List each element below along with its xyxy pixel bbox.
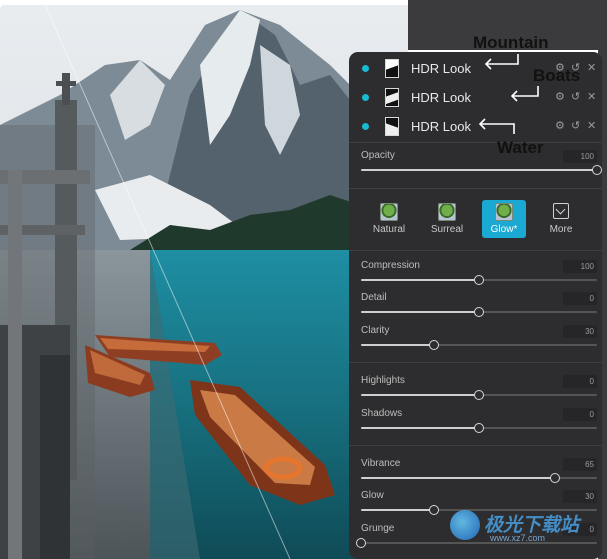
- slider-knob[interactable]: [474, 307, 484, 317]
- annotation-boats: Boats: [533, 66, 581, 85]
- slider-knob[interactable]: [474, 390, 484, 400]
- arrow-icon: [478, 118, 515, 134]
- slider-value[interactable]: 30: [563, 490, 597, 503]
- preset-label: Natural: [372, 224, 406, 235]
- highlights-slider[interactable]: Highlights 0: [361, 375, 597, 401]
- slider-knob[interactable]: [429, 505, 440, 515]
- close-icon[interactable]: ✕: [587, 90, 596, 104]
- gear-icon[interactable]: ⚙: [555, 90, 565, 104]
- slider-label: Glow: [361, 490, 384, 501]
- slider-track[interactable]: [361, 340, 597, 350]
- slider-track[interactable]: [361, 165, 602, 175]
- divider: [349, 142, 602, 143]
- slider-value[interactable]: 100: [563, 260, 597, 273]
- slider-label: Vibrance: [361, 458, 401, 469]
- layer-mask-thumbnail[interactable]: [385, 117, 399, 136]
- divider: [349, 188, 602, 189]
- layer-name: HDR Look: [411, 90, 471, 105]
- preset-label: Surreal: [430, 224, 464, 235]
- slider-label: Compression: [361, 260, 420, 271]
- slider-track[interactable]: [361, 473, 597, 483]
- layer-mask-thumbnail[interactable]: [385, 59, 399, 78]
- natural-preset-icon: [380, 203, 398, 221]
- more-presets-icon: [553, 203, 569, 219]
- close-icon[interactable]: ✕: [587, 61, 596, 75]
- clarity-slider[interactable]: Clarity 30: [361, 325, 597, 351]
- slider-knob[interactable]: [474, 275, 484, 285]
- preset-label: Glow*: [490, 224, 518, 235]
- slider-label: Clarity: [361, 325, 390, 336]
- annotation-mountain: Mountain: [473, 33, 549, 52]
- slider-value[interactable]: 100: [563, 150, 597, 163]
- undo-icon[interactable]: ↺: [571, 119, 580, 133]
- arrow-icon: [510, 86, 539, 102]
- divider: [349, 362, 602, 363]
- slider-value[interactable]: 0: [563, 292, 597, 305]
- slider-track[interactable]: [361, 423, 597, 433]
- slider-value[interactable]: 65: [563, 458, 597, 471]
- watermark-logo-icon: [450, 510, 480, 540]
- slider-label: Opacity: [361, 150, 395, 161]
- slider-value[interactable]: 0: [563, 375, 597, 388]
- slider-label: Detail: [361, 292, 387, 303]
- layer-row-2[interactable]: HDR Look ⚙ ↺ ✕: [349, 83, 602, 112]
- divider: [349, 445, 602, 446]
- slider-label: Highlights: [361, 375, 405, 386]
- slider-knob[interactable]: [429, 340, 440, 350]
- undo-icon[interactable]: ↺: [571, 90, 580, 104]
- photo-canvas: [0, 5, 408, 559]
- vibrance-slider[interactable]: Vibrance 65: [361, 458, 597, 484]
- slider-value[interactable]: 30: [563, 325, 597, 338]
- preset-label: More: [549, 224, 573, 235]
- visibility-dot-icon[interactable]: [362, 65, 369, 72]
- preset-surreal[interactable]: Surreal: [425, 200, 469, 238]
- surreal-preset-icon: [438, 203, 456, 221]
- slider-value[interactable]: 0: [563, 408, 597, 421]
- slider-track[interactable]: [361, 275, 597, 285]
- glow-preset-icon: [495, 203, 513, 221]
- preset-group: Natural Surreal Glow* More: [367, 200, 595, 238]
- slider-label: Shadows: [361, 408, 403, 419]
- shadows-slider[interactable]: Shadows 0: [361, 408, 597, 434]
- slider-label: Grunge: [361, 523, 395, 534]
- gear-icon[interactable]: ⚙: [555, 119, 565, 133]
- layer-name: HDR Look: [411, 61, 471, 76]
- layer-name: HDR Look: [411, 119, 471, 134]
- watermark: 极光下载站 www.xz7.com: [450, 506, 602, 544]
- detail-slider[interactable]: Detail 0: [361, 292, 597, 318]
- arrow-icon: [484, 54, 519, 70]
- opacity-slider[interactable]: Opacity 100: [361, 150, 602, 176]
- compression-slider[interactable]: Compression 100: [361, 260, 597, 286]
- preset-glow[interactable]: Glow*: [482, 200, 526, 238]
- slider-knob[interactable]: [474, 423, 484, 433]
- slider-knob[interactable]: [592, 165, 602, 175]
- visibility-dot-icon[interactable]: [362, 123, 369, 130]
- visibility-dot-icon[interactable]: [362, 94, 369, 101]
- preset-natural[interactable]: Natural: [367, 200, 411, 238]
- slider-knob[interactable]: [356, 538, 366, 548]
- preset-more[interactable]: More: [539, 200, 583, 238]
- annotation-water: Water: [497, 138, 544, 157]
- slider-track[interactable]: [361, 390, 597, 400]
- watermark-url: www.xz7.com: [490, 533, 546, 543]
- layer-mask-thumbnail[interactable]: [385, 88, 399, 107]
- divider: [349, 250, 602, 251]
- close-icon[interactable]: ✕: [587, 119, 596, 133]
- slider-knob[interactable]: [549, 473, 560, 483]
- slider-track[interactable]: [361, 307, 597, 317]
